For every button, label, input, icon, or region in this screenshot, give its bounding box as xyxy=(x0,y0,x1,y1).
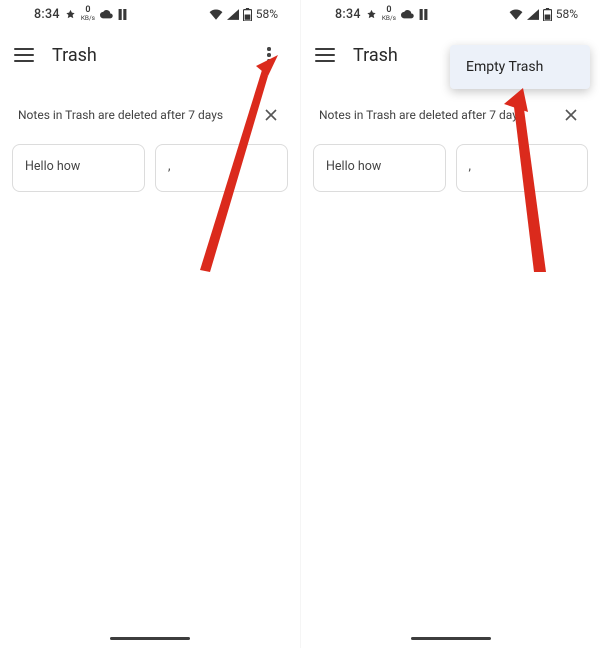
status-app-icon xyxy=(65,9,76,20)
note-card[interactable]: , xyxy=(155,144,288,192)
home-indicator[interactable] xyxy=(411,637,491,641)
wifi-icon xyxy=(209,9,223,20)
menu-icon[interactable] xyxy=(14,48,34,62)
info-banner: Notes in Trash are deleted after 7 days xyxy=(0,82,300,136)
status-bar: 8:34 0 KB/s 58% xyxy=(0,0,300,28)
status-app-icon xyxy=(366,9,377,20)
banner-text: Notes in Trash are deleted after 7 days xyxy=(18,108,252,122)
app-bar: Trash xyxy=(0,28,300,82)
note-card[interactable]: Hello how xyxy=(12,144,145,192)
battery-percent: 58% xyxy=(256,7,278,21)
notes-grid: Hello how , xyxy=(301,136,600,200)
close-icon[interactable] xyxy=(260,104,282,126)
battery-percent: 58% xyxy=(556,7,578,21)
cloud-icon xyxy=(100,9,113,19)
info-banner: Notes in Trash are deleted after 7 days xyxy=(301,82,600,136)
menu-item-label: Empty Trash xyxy=(466,59,543,75)
status-bar: 8:34 0 KB/s 58% xyxy=(301,0,600,28)
close-icon[interactable] xyxy=(560,104,582,126)
phone-screenshot-right: 8:34 0 KB/s 58% xyxy=(300,0,600,648)
battery-icon xyxy=(243,8,252,21)
status-misc-icon xyxy=(118,9,127,20)
banner-text: Notes in Trash are deleted after 7 days xyxy=(319,108,552,122)
status-netspeed: 0 KB/s xyxy=(81,6,95,22)
menu-icon[interactable] xyxy=(315,48,335,62)
wifi-icon xyxy=(509,9,523,20)
cloud-icon xyxy=(401,9,414,19)
note-card[interactable]: , xyxy=(456,144,589,192)
overflow-menu-button[interactable] xyxy=(258,44,280,66)
page-title: Trash xyxy=(52,45,240,66)
empty-trash-menu-item[interactable]: Empty Trash xyxy=(450,45,590,89)
battery-icon xyxy=(543,8,552,21)
signal-icon xyxy=(227,9,239,20)
phone-screenshot-left: 8:34 0 KB/s 58% xyxy=(0,0,300,648)
status-netspeed: 0 KB/s xyxy=(382,6,396,22)
status-time: 8:34 xyxy=(335,7,361,22)
notes-grid: Hello how , xyxy=(0,136,300,200)
note-card[interactable]: Hello how xyxy=(313,144,446,192)
status-misc-icon xyxy=(419,9,428,20)
signal-icon xyxy=(527,9,539,20)
home-indicator[interactable] xyxy=(110,637,190,641)
status-time: 8:34 xyxy=(34,7,60,22)
